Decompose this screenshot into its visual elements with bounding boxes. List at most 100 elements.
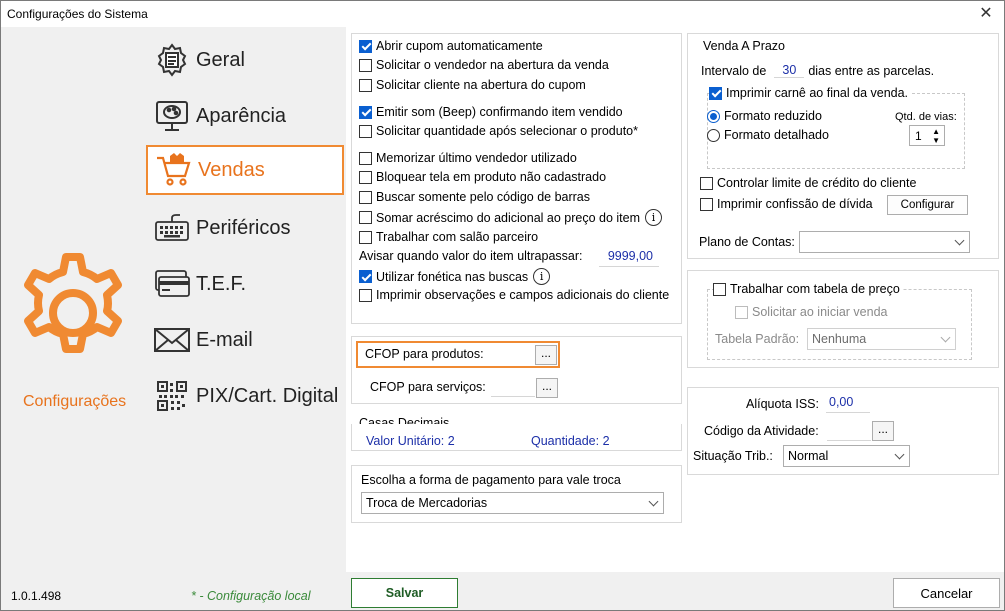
option-label: Solicitar o vendedor na abertura da vend… [376,58,609,72]
tabela-row[interactable]: Trabalhar com tabela de preço [713,282,903,296]
qtd-vias-spinner[interactable]: 1 ▲ ▼ [909,125,945,146]
qr-code-icon [150,376,194,416]
info-icon[interactable]: i [645,209,663,226]
content-panel: Abrir cupom automaticamente Solicitar o … [346,27,1004,572]
qtd-vias-value: 1 [915,129,922,143]
option-row[interactable]: Bloquear tela em produto não cadastrado [359,170,606,184]
option-row[interactable]: Trabalhar com salão parceiro [359,230,538,244]
cfop-servicos-input[interactable] [491,379,535,397]
checkbox[interactable] [359,230,372,244]
checkbox[interactable] [700,176,713,190]
option-row[interactable]: Buscar somente pelo código de barras [359,190,590,204]
section-label: Configurações [23,393,127,410]
gear-document-icon [150,40,194,80]
carne-label: Imprimir carnê ao final da venda. [726,86,909,100]
checkbox[interactable] [359,270,372,283]
atividade-button[interactable]: ... [872,421,894,441]
option-row[interactable]: Solicitar quantidade após selecionar o p… [359,124,638,138]
cfop-produtos-button[interactable]: ... [535,345,557,365]
formato-reduzido-label: Formato reduzido [724,109,822,123]
checkbox[interactable] [359,211,372,224]
version-label: 1.0.1.498 [11,589,62,603]
checkbox[interactable] [359,39,372,53]
radio-button[interactable] [707,128,720,142]
nav-label-perifericos: Periféricos [196,216,291,239]
vale-troca-value: Troca de Mercadorias [366,496,488,510]
cfop-produtos-label: CFOP para produtos: [365,347,484,361]
checkbox[interactable] [713,282,726,296]
casas-unit-label: Valor Unitário: [366,434,445,448]
local-config-note: * - Configuração local [191,589,311,603]
checkbox[interactable] [359,78,372,92]
window-title: Configurações do Sistema [7,7,148,21]
avisar-value-input[interactable]: 9999,00 [599,249,659,267]
chevron-down-icon [894,449,905,460]
option-row[interactable]: Solicitar o vendedor na abertura da vend… [359,58,609,72]
aliquota-label: Alíquota ISS: [746,397,819,411]
cancel-button[interactable]: Cancelar [893,578,1000,608]
nav-item-vendas[interactable]: Vendas [146,145,344,195]
nav-label-tef: T.E.F. [196,272,247,295]
option-row[interactable]: Memorizar último vendedor utilizado [359,151,577,165]
cfop-servicos-button[interactable]: ... [536,378,558,398]
spin-up-icon[interactable]: ▲ [932,127,940,136]
limite-row[interactable]: Controlar limite de crédito do cliente [700,176,916,190]
radio-button[interactable] [707,109,720,123]
save-button[interactable]: Salvar [351,578,458,608]
option-row[interactable]: Imprimir observações e campos adicionais… [359,288,669,302]
nav-item-perifericos[interactable]: Periféricos [146,203,344,253]
spin-down-icon[interactable]: ▼ [932,136,940,145]
info-icon[interactable]: i [533,268,551,285]
option-row[interactable]: Utilizar fonética nas buscas i [359,268,551,285]
configurar-button[interactable]: Configurar [887,195,968,215]
option-row[interactable]: Emitir som (Beep) confirmando item vendi… [359,105,623,119]
checkbox[interactable] [359,170,372,184]
vale-troca-title: Escolha a forma de pagamento para vale t… [361,473,621,487]
chevron-down-icon [954,235,965,246]
option-row[interactable]: Solicitar cliente na abertura do cupom [359,78,586,92]
option-row[interactable]: Somar acréscimo do adicional ao preço do… [359,209,663,226]
chevron-down-icon [940,332,951,343]
option-label: Solicitar cliente na abertura do cupom [376,78,586,92]
checkbox[interactable] [359,105,372,119]
nav-label-email: E-mail [196,328,253,351]
close-icon[interactable]: ✕ [968,1,1004,27]
option-label: Solicitar quantidade após selecionar o p… [376,124,638,138]
checkbox[interactable] [359,288,372,302]
checkbox[interactable] [359,124,372,138]
plano-select[interactable] [799,231,970,253]
confissao-label: Imprimir confissão de dívida [717,197,873,211]
formato-reduzido-row[interactable]: Formato reduzido [707,109,822,123]
option-row[interactable]: Abrir cupom automaticamente [359,39,543,53]
checkbox[interactable] [359,151,372,165]
padrao-label: Tabela Padrão: [715,332,800,346]
intervalo-prefix: Intervalo de [701,63,767,78]
situacao-select[interactable]: Normal [783,445,910,467]
formato-detalhado-row[interactable]: Formato detalhado [707,128,829,142]
nav-item-aparencia[interactable]: Aparência [146,91,344,141]
checkbox[interactable] [359,58,372,72]
nav-item-pix[interactable]: PIX/Cart. Digital [146,371,344,421]
carne-row[interactable]: Imprimir carnê ao final da venda. [709,86,912,100]
option-label: Abrir cupom automaticamente [376,39,543,53]
checkbox[interactable] [709,86,722,100]
checkbox[interactable] [359,190,372,204]
qtd-vias-label: Qtd. de vias: [895,111,957,123]
nav-item-email[interactable]: E-mail [146,315,344,365]
tabela-label: Trabalhar com tabela de preço [730,282,900,296]
nav-label-aparencia: Aparência [196,104,287,127]
nav-item-geral[interactable]: Geral [146,35,344,85]
vale-troca-select[interactable]: Troca de Mercadorias [361,492,664,514]
checkbox[interactable] [700,197,713,211]
atividade-label: Código da Atividade: [704,424,819,438]
option-label: Imprimir observações e campos adicionais… [376,288,670,302]
avisar-row: Avisar quando valor do item ultrapassar: [359,249,583,263]
nav-item-tef[interactable]: T.E.F. [146,259,344,309]
atividade-input[interactable] [827,423,871,441]
intervalo-input[interactable]: 30 [774,63,805,78]
confissao-row[interactable]: Imprimir confissão de dívida [700,197,873,211]
aliquota-input[interactable]: 0,00 [826,395,870,413]
solicitar-row: Solicitar ao iniciar venda [735,305,888,319]
card-icon [150,264,194,304]
situacao-value: Normal [788,449,829,463]
